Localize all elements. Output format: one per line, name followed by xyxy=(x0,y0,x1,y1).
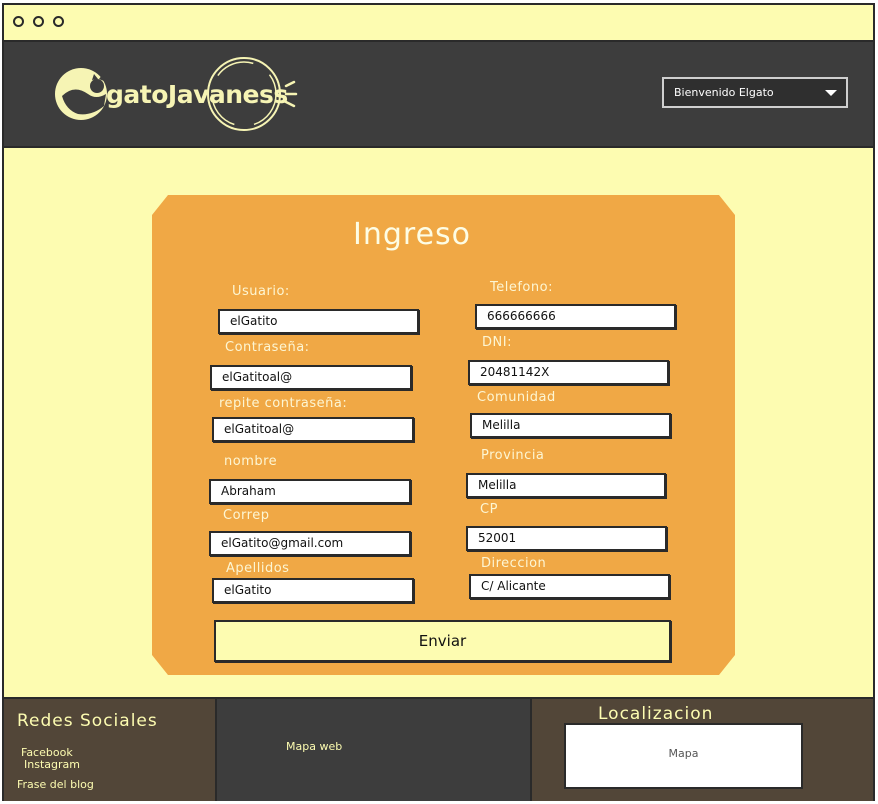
login-form-card: Ingreso Usuario: elGatito Contraseña: el… xyxy=(152,195,735,675)
address-label: Direccion xyxy=(481,556,547,571)
location-map[interactable]: Mapa xyxy=(564,723,803,789)
logo-text: gatoJavaness xyxy=(106,80,288,109)
blog-phrase-link[interactable]: Frase del blog xyxy=(17,778,94,791)
map-label: Mapa xyxy=(668,747,699,760)
province-label: Provincia xyxy=(481,448,545,463)
province-input[interactable]: Melilla xyxy=(466,473,666,498)
surname-input[interactable]: elGatito xyxy=(212,578,414,603)
window-titlebar xyxy=(4,5,873,42)
community-input[interactable]: Melilla xyxy=(470,413,671,438)
password-input[interactable]: elGatitoal@ xyxy=(210,365,412,390)
footer-location-section: Localizacion Mapa xyxy=(532,699,873,801)
site-footer: Redes Sociales Facebook Instagram Frase … xyxy=(4,697,873,801)
footer-sitemap-section: Mapa web xyxy=(217,699,532,801)
name-label: nombre xyxy=(224,454,278,469)
email-input[interactable]: elGatito@gmail.com xyxy=(209,531,411,556)
surname-label: Apellidos xyxy=(226,561,290,576)
window-dot-icon[interactable] xyxy=(13,16,24,27)
site-logo[interactable]: gatoJavaness xyxy=(54,54,314,134)
social-title: Redes Sociales xyxy=(17,711,158,731)
address-input[interactable]: C/ Alicante xyxy=(469,574,670,599)
user-menu-label: Bienvenido Elgato xyxy=(674,86,774,99)
community-label: Comunidad xyxy=(477,390,556,405)
email-label: Correp xyxy=(223,508,270,523)
form-title: Ingreso xyxy=(352,217,472,252)
repeat-password-label: repite contraseña: xyxy=(219,396,348,411)
dni-label: DNI: xyxy=(482,335,512,350)
instagram-link[interactable]: Instagram xyxy=(24,758,80,771)
username-input[interactable]: elGatito xyxy=(218,309,419,334)
window-dot-icon[interactable] xyxy=(33,16,44,27)
submit-button[interactable]: Enviar xyxy=(214,620,671,662)
user-menu-dropdown[interactable]: Bienvenido Elgato xyxy=(662,77,848,108)
location-title: Localizacion xyxy=(598,704,714,724)
password-label: Contraseña: xyxy=(225,340,310,355)
window-dot-icon[interactable] xyxy=(53,16,64,27)
sitemap-link[interactable]: Mapa web xyxy=(286,740,342,753)
postal-code-label: CP xyxy=(480,502,498,517)
app-window: gatoJavaness Bienvenido Elgato Ingreso U… xyxy=(2,3,875,801)
chevron-down-icon xyxy=(825,90,837,96)
postal-code-input[interactable]: 52001 xyxy=(466,526,667,551)
dni-input[interactable]: 20481142X xyxy=(468,360,669,385)
footer-social-section: Redes Sociales Facebook Instagram Frase … xyxy=(4,699,217,801)
phone-label: Telefono: xyxy=(490,280,553,295)
username-label: Usuario: xyxy=(232,284,290,299)
site-header: gatoJavaness Bienvenido Elgato xyxy=(4,42,873,148)
repeat-password-input[interactable]: elGatitoal@ xyxy=(212,417,414,442)
phone-input[interactable]: 666666666 xyxy=(475,304,676,329)
name-input[interactable]: Abraham xyxy=(209,479,411,504)
